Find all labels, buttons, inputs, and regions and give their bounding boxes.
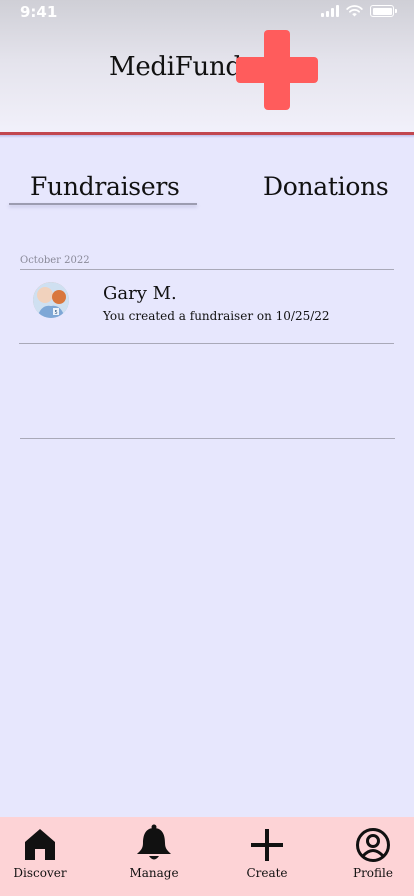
status-icons [321,5,397,17]
bell-icon [137,824,171,860]
battery-icon [370,5,397,17]
user-avatar-photo: 5 [33,282,69,318]
list-divider [19,343,394,344]
nav-discover[interactable]: Discover [5,817,75,896]
nav-profile[interactable]: Profile [338,817,408,896]
header-shadow [0,135,414,138]
fundraiser-description: You created a fundraiser on 10/25/22 [103,309,330,323]
wifi-icon [346,5,363,17]
list-divider [20,438,395,439]
active-tab-indicator [9,203,197,205]
status-time: 9:41 [20,3,58,21]
nav-label: Profile [353,866,393,880]
nav-manage[interactable]: Manage [119,817,189,896]
nav-label: Discover [13,866,67,880]
tab-fundraisers[interactable]: Fundraisers [30,172,180,201]
nav-label: Manage [129,866,179,880]
app-title: MediFund [109,52,242,82]
svg-text:5: 5 [55,310,58,316]
red-cross-icon [236,30,318,110]
avatar: 5 [33,282,69,318]
tab-donations[interactable]: Donations [263,172,389,201]
list-divider [20,269,394,270]
nav-label: Create [246,866,288,880]
status-bar: 9:41 [0,0,414,26]
bottom-navigation: Discover Manage Create Profile [0,817,414,896]
profile-icon [356,828,390,862]
cellular-signal-icon [321,5,339,17]
plus-icon [251,829,283,861]
home-icon [25,829,55,860]
nav-create[interactable]: Create [232,817,302,896]
fundraiser-name: Gary M. [103,283,177,304]
section-date-label: October 2022 [20,255,90,266]
